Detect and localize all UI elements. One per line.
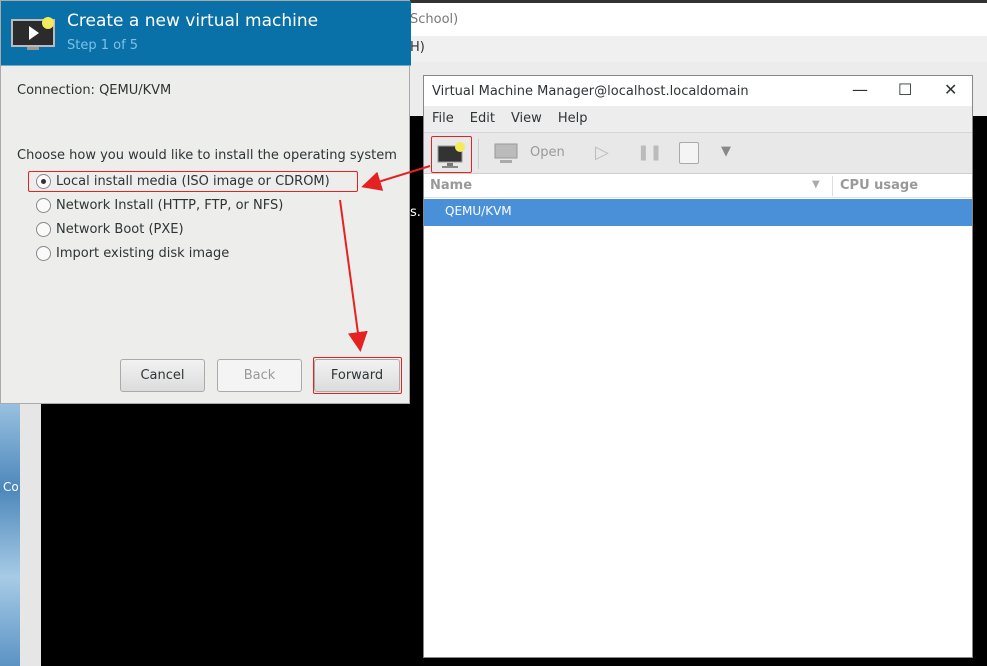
radio-button[interactable] bbox=[36, 246, 51, 261]
terminal-text: s. bbox=[410, 205, 421, 220]
back-button[interactable]: Back bbox=[217, 359, 302, 392]
menu-bar: File Edit View Help bbox=[424, 106, 972, 132]
background-menu-fragment: H) bbox=[410, 40, 425, 55]
radio-network-boot[interactable]: Network Boot (PXE) bbox=[36, 222, 184, 237]
minimize-icon[interactable]: — bbox=[852, 80, 868, 99]
menu-edit[interactable]: Edit bbox=[470, 111, 495, 127]
virt-manager-window: Virtual Machine Manager@localhost.locald… bbox=[423, 75, 973, 658]
annotation-box bbox=[313, 357, 402, 394]
shutdown-icon[interactable] bbox=[679, 142, 699, 164]
radio-import-disk[interactable]: Import existing disk image bbox=[36, 246, 229, 261]
dialog-header: Create a new virtual machine Step 1 of 5 bbox=[1, 1, 411, 66]
install-prompt: Choose how you would like to install the… bbox=[17, 148, 397, 163]
radio-label: Network Boot (PXE) bbox=[56, 222, 184, 237]
background-window-menu: H) bbox=[400, 36, 987, 62]
new-vm-dialog: Create a new virtual machine Step 1 of 5… bbox=[0, 0, 411, 404]
background-window-titlebar: School) bbox=[400, 0, 987, 36]
desktop-icon-label[interactable]: Co bbox=[3, 480, 19, 494]
annotation-box bbox=[431, 136, 472, 173]
connection-label: Connection: QEMU/KVM bbox=[17, 83, 172, 98]
list-header: Name ▼ CPU usage bbox=[424, 174, 972, 198]
sort-arrow-icon: ▼ bbox=[812, 179, 820, 190]
menu-help[interactable]: Help bbox=[558, 111, 588, 127]
open-button[interactable]: Open bbox=[530, 145, 565, 160]
list-item[interactable]: QEMU/KVM bbox=[424, 199, 972, 226]
radio-button[interactable] bbox=[36, 198, 51, 213]
radio-label: Network Install (HTTP, FTP, or NFS) bbox=[56, 198, 284, 213]
toolbar-separator bbox=[478, 139, 479, 169]
radio-label: Import existing disk image bbox=[56, 246, 230, 261]
window-title: Virtual Machine Manager@localhost.locald… bbox=[432, 84, 749, 99]
new-vm-icon bbox=[11, 17, 55, 50]
menu-view[interactable]: View bbox=[511, 111, 542, 127]
column-name[interactable]: Name bbox=[430, 178, 472, 193]
maximize-icon[interactable]: ☐ bbox=[898, 80, 912, 99]
close-icon[interactable]: ✕ bbox=[944, 80, 957, 99]
desktop-wallpaper bbox=[0, 400, 20, 666]
background-window-title: School) bbox=[410, 12, 459, 27]
monitor-icon bbox=[494, 143, 518, 163]
column-divider bbox=[832, 176, 833, 196]
desktop-panel bbox=[20, 400, 41, 666]
dialog-title: Create a new virtual machine bbox=[67, 11, 319, 31]
menu-file[interactable]: File bbox=[432, 111, 454, 127]
cancel-button[interactable]: Cancel bbox=[120, 359, 205, 392]
radio-button[interactable] bbox=[36, 222, 51, 237]
toolbar: Open ▷ ❚❚ ▼ bbox=[424, 132, 972, 174]
dropdown-arrow-icon[interactable]: ▼ bbox=[721, 144, 731, 159]
column-cpu-usage[interactable]: CPU usage bbox=[840, 178, 918, 193]
annotation-box bbox=[28, 171, 358, 192]
run-icon[interactable]: ▷ bbox=[595, 142, 609, 163]
pause-icon[interactable]: ❚❚ bbox=[637, 143, 662, 161]
step-indicator: Step 1 of 5 bbox=[67, 38, 139, 53]
radio-network-install[interactable]: Network Install (HTTP, FTP, or NFS) bbox=[36, 198, 283, 213]
